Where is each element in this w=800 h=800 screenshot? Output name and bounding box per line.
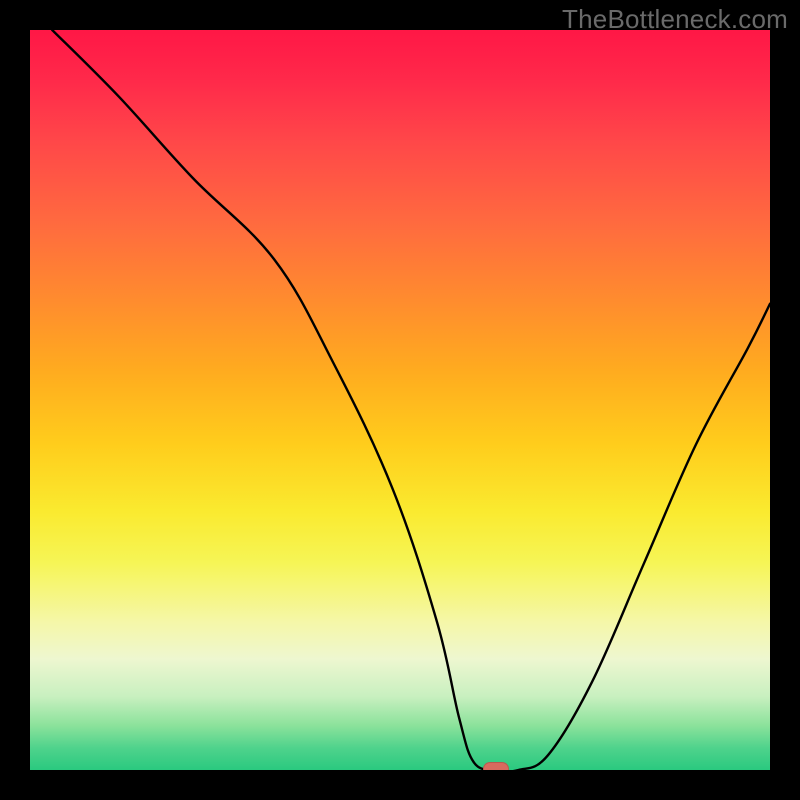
optimal-point-marker bbox=[483, 762, 509, 770]
plot-area bbox=[30, 30, 770, 770]
bottleneck-curve bbox=[30, 30, 770, 770]
chart-frame: TheBottleneck.com bbox=[0, 0, 800, 800]
curve-path bbox=[52, 30, 770, 770]
watermark-text: TheBottleneck.com bbox=[562, 4, 788, 35]
